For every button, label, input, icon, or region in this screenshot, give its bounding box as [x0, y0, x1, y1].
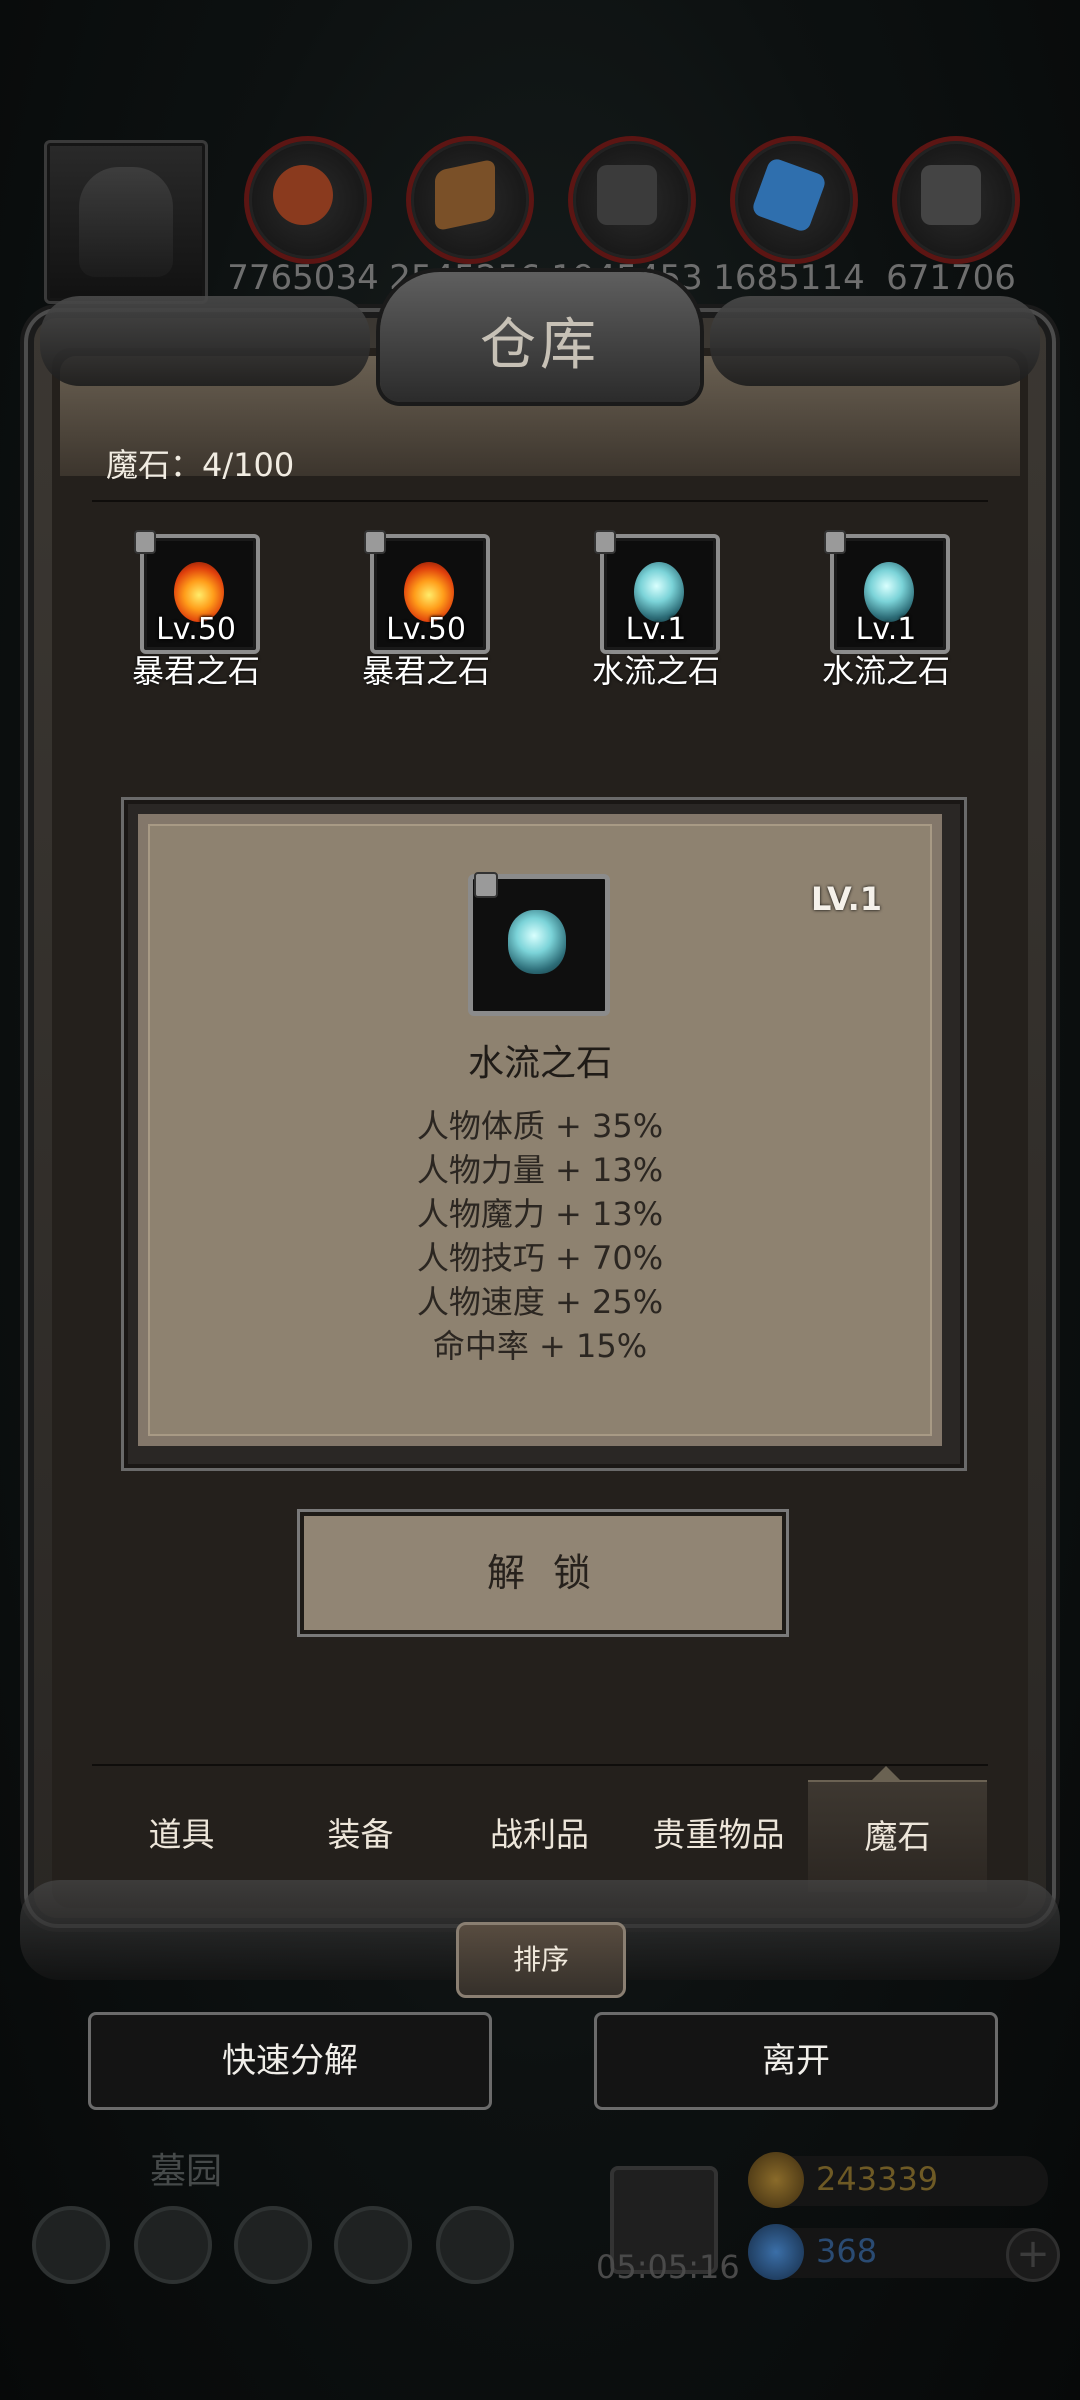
unlock-label: 解 锁 — [486, 1551, 600, 1595]
panel-title: 仓库 — [480, 313, 600, 378]
tab-equipment[interactable]: 装备 — [271, 1780, 450, 1890]
lock-icon — [474, 872, 498, 898]
stat-line: 人物体质 + 35% — [416, 1107, 664, 1145]
stone-name: 暴君之石 — [361, 652, 490, 690]
gold-counter: 243339 — [748, 2152, 1048, 2208]
stone-slot[interactable]: Lv.50 暴君之石 — [104, 530, 284, 700]
gem-icon — [748, 2224, 804, 2280]
mail-icon[interactable] — [334, 2206, 412, 2284]
stone-slot[interactable]: Lv.50 暴君之石 — [334, 530, 514, 700]
unlock-button[interactable]: 解 锁 — [300, 1512, 786, 1634]
helmet-icon — [79, 167, 173, 277]
stone-level: Lv.1 — [625, 612, 687, 647]
stone-icon — [568, 136, 696, 264]
stat-line: 人物速度 + 25% — [416, 1283, 664, 1321]
stat-list: 人物体质 + 35% 人物力量 + 13% 人物魔力 + 13% 人物技巧 + … — [138, 1104, 942, 1368]
wood-icon — [406, 136, 534, 264]
tab-items[interactable]: 道具 — [92, 1780, 271, 1890]
lock-icon — [364, 530, 386, 554]
add-currency-button[interactable]: + — [1006, 2228, 1060, 2282]
detail-stone-name: 水流之石 — [467, 1043, 612, 1084]
resource-value-crystal: 1685114 — [713, 258, 865, 298]
stat-line: 人物技巧 + 70% — [416, 1239, 664, 1277]
gold-coin-icon — [748, 2152, 804, 2208]
area-name: 墓园 — [150, 2151, 223, 2192]
stone-slot[interactable]: Lv.1 水流之石 — [794, 530, 974, 700]
detail-level: LV.1 — [810, 880, 882, 918]
sort-button[interactable]: 排序 — [456, 1922, 626, 1998]
category-tabs: 道具 装备 战利品 贵重物品 魔石 — [92, 1780, 988, 1892]
resource-value-iron: 671706 — [886, 258, 1016, 298]
gold-value: 243339 — [816, 2160, 939, 2198]
lock-icon — [824, 530, 846, 554]
meat-icon — [244, 136, 372, 264]
frame-ornament-right — [710, 296, 1040, 386]
gift-timer: 05:05:16 — [596, 2248, 740, 2286]
stone-slot[interactable]: Lv.1 水流之石 — [564, 530, 744, 700]
resource-value-meat: 7765034 — [227, 258, 379, 298]
gem-value: 368 — [816, 2232, 878, 2270]
star-icon[interactable] — [134, 2206, 212, 2284]
castle-icon[interactable] — [234, 2206, 312, 2284]
cube-icon[interactable] — [436, 2206, 514, 2284]
stone-detail-card: LV.1 水流之石 人物体质 + 35% 人物力量 + 13% 人物魔力 + 1… — [138, 814, 942, 1446]
leave-button[interactable]: 离开 — [594, 2012, 998, 2110]
tab-loot[interactable]: 战利品 — [450, 1780, 629, 1890]
settings-icon[interactable] — [32, 2206, 110, 2284]
stat-line: 人物魔力 + 13% — [416, 1195, 664, 1233]
crystal-icon — [730, 136, 858, 264]
stone-level: Lv.50 — [156, 612, 236, 647]
active-tab-caret — [872, 1766, 900, 1780]
stone-level: Lv.50 — [386, 612, 466, 647]
tab-magic-stones[interactable]: 魔石 — [808, 1780, 987, 1892]
iron-icon — [892, 136, 1020, 264]
player-portrait[interactable] — [44, 140, 208, 304]
frame-ornament-left — [40, 296, 370, 386]
tab-divider — [92, 1764, 988, 1766]
water-gem-icon — [508, 910, 566, 974]
lock-icon — [594, 530, 616, 554]
stat-line: 命中率 + 15% — [432, 1327, 648, 1365]
magic-stone-count: 魔石：4/100 — [106, 446, 295, 484]
gem-counter: 368 — [748, 2224, 1048, 2280]
tab-valuables[interactable]: 贵重物品 — [629, 1780, 808, 1890]
stone-level: Lv.1 — [855, 612, 917, 647]
stone-name: 水流之石 — [821, 652, 950, 690]
stat-line: 人物力量 + 13% — [416, 1151, 664, 1189]
quick-decompose-button[interactable]: 快速分解 — [88, 2012, 492, 2110]
stone-name: 水流之石 — [591, 652, 720, 690]
stone-name: 暴君之石 — [131, 652, 260, 690]
divider — [92, 500, 988, 502]
lock-icon — [134, 530, 156, 554]
